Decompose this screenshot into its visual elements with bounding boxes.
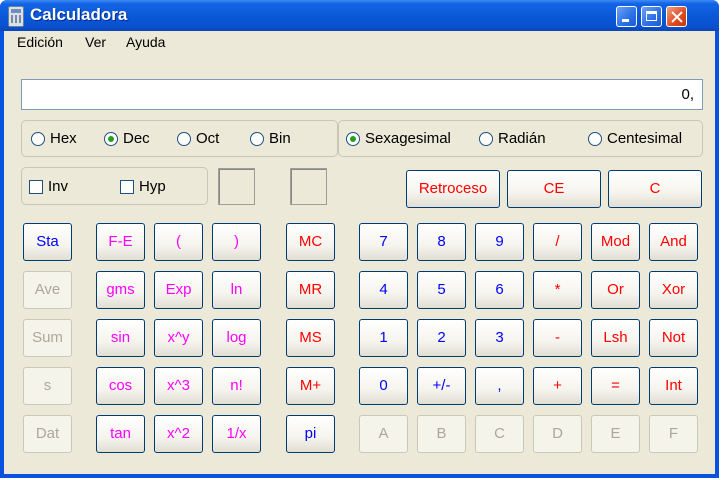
hex-e-button[interactable]: E	[591, 415, 640, 453]
m-plus-button[interactable]: M+	[286, 367, 335, 405]
display-value: 0,	[681, 86, 694, 103]
or-button[interactable]: Or	[591, 271, 640, 309]
ms-button[interactable]: MS	[286, 319, 335, 357]
pi-button[interactable]: pi	[286, 415, 335, 453]
menu-edicion[interactable]: Edición	[17, 34, 63, 50]
multiply-button[interactable]: *	[533, 271, 582, 309]
client-area: Edición Ver Ayuda 0, Hex Dec Oct Bin Sex…	[4, 31, 715, 474]
and-button[interactable]: And	[649, 223, 698, 261]
exp-button[interactable]: Exp	[154, 271, 203, 309]
ln-button[interactable]: ln	[212, 271, 261, 309]
radio-hex-label: Hex	[50, 130, 77, 147]
hex-c-button[interactable]: C	[475, 415, 524, 453]
radio-centesimal-label: Centesimal	[607, 130, 683, 147]
radio-dec-dot	[104, 132, 118, 146]
factorial-button[interactable]: n!	[212, 367, 261, 405]
hex-b-button[interactable]: B	[417, 415, 466, 453]
radio-sexagesimal-label: Sexagesimal	[365, 130, 451, 147]
menu-ayuda[interactable]: Ayuda	[126, 34, 165, 50]
hex-a-button[interactable]: A	[359, 415, 408, 453]
equals-button[interactable]: =	[591, 367, 640, 405]
digit-9-button[interactable]: 9	[475, 223, 524, 261]
s-button[interactable]: s	[23, 367, 72, 405]
title-bar[interactable]: Calculadora	[0, 0, 719, 31]
menu-bar: Edición Ver Ayuda	[4, 31, 715, 53]
digit-2-button[interactable]: 2	[417, 319, 466, 357]
not-button[interactable]: Not	[649, 319, 698, 357]
digit-0-button[interactable]: 0	[359, 367, 408, 405]
radio-sexagesimal-dot	[346, 132, 360, 146]
sin-button[interactable]: sin	[96, 319, 145, 357]
x-cube-button[interactable]: x^3	[154, 367, 203, 405]
ave-button[interactable]: Ave	[23, 271, 72, 309]
reciprocal-button[interactable]: 1/x	[212, 415, 261, 453]
backspace-button[interactable]: Retroceso	[406, 170, 500, 208]
checkbox-hyp-box	[120, 180, 134, 194]
lsh-button[interactable]: Lsh	[591, 319, 640, 357]
hex-d-button[interactable]: D	[533, 415, 582, 453]
radio-radian-label: Radián	[498, 130, 546, 147]
int-button[interactable]: Int	[649, 367, 698, 405]
checkbox-hyp-label: Hyp	[139, 178, 166, 195]
minimize-button[interactable]	[616, 6, 637, 27]
calculator-icon	[8, 6, 24, 27]
add-button[interactable]: +	[533, 367, 582, 405]
log-button[interactable]: log	[212, 319, 261, 357]
digit-3-button[interactable]: 3	[475, 319, 524, 357]
display-field[interactable]: 0,	[21, 79, 703, 110]
radio-bin-label: Bin	[269, 130, 291, 147]
menu-ver[interactable]: Ver	[85, 34, 106, 50]
digit-8-button[interactable]: 8	[417, 223, 466, 261]
digit-5-button[interactable]: 5	[417, 271, 466, 309]
base-group: Hex Dec Oct Bin	[21, 120, 338, 157]
cos-button[interactable]: cos	[96, 367, 145, 405]
radio-radian-dot	[479, 132, 493, 146]
ce-button[interactable]: CE	[507, 170, 601, 208]
window-title: Calculadora	[30, 5, 128, 24]
dat-button[interactable]: Dat	[23, 415, 72, 453]
tan-button[interactable]: tan	[96, 415, 145, 453]
mc-button[interactable]: MC	[286, 223, 335, 261]
digit-1-button[interactable]: 1	[359, 319, 408, 357]
close-button[interactable]	[666, 6, 687, 27]
digit-7-button[interactable]: 7	[359, 223, 408, 261]
memory-indicator	[290, 168, 327, 205]
checkbox-inv-box	[29, 180, 43, 194]
mr-button[interactable]: MR	[286, 271, 335, 309]
angle-group: Sexagesimal Radián Centesimal	[338, 120, 703, 157]
radio-bin-dot	[250, 132, 264, 146]
mod-button[interactable]: Mod	[591, 223, 640, 261]
radio-oct-label: Oct	[196, 130, 220, 147]
digit-6-button[interactable]: 6	[475, 271, 524, 309]
radio-oct-dot	[177, 132, 191, 146]
radio-dec-label: Dec	[123, 130, 150, 147]
decimal-button[interactable]: ,	[475, 367, 524, 405]
inv-hyp-group: Inv Hyp	[21, 167, 208, 205]
sum-button[interactable]: Sum	[23, 319, 72, 357]
hex-f-button[interactable]: F	[649, 415, 698, 453]
x-square-button[interactable]: x^2	[154, 415, 203, 453]
subtract-button[interactable]: -	[533, 319, 582, 357]
x-pow-y-button[interactable]: x^y	[154, 319, 203, 357]
calculator-window: Calculadora Edición Ver Ayuda 0, Hex Dec	[0, 0, 719, 478]
radio-centesimal-dot	[588, 132, 602, 146]
maximize-button[interactable]	[641, 6, 662, 27]
divide-button[interactable]: /	[533, 223, 582, 261]
open-paren-button[interactable]: (	[154, 223, 203, 261]
sign-toggle-button[interactable]: +/-	[417, 367, 466, 405]
radio-hex-dot	[31, 132, 45, 146]
gms-button[interactable]: gms	[96, 271, 145, 309]
xor-button[interactable]: Xor	[649, 271, 698, 309]
c-button[interactable]: C	[608, 170, 702, 208]
fe-button[interactable]: F-E	[96, 223, 145, 261]
checkbox-inv-label: Inv	[48, 178, 69, 195]
digit-4-button[interactable]: 4	[359, 271, 408, 309]
sta-button[interactable]: Sta	[23, 223, 72, 261]
close-paren-button[interactable]: )	[212, 223, 261, 261]
parenthesis-indicator	[218, 168, 255, 205]
